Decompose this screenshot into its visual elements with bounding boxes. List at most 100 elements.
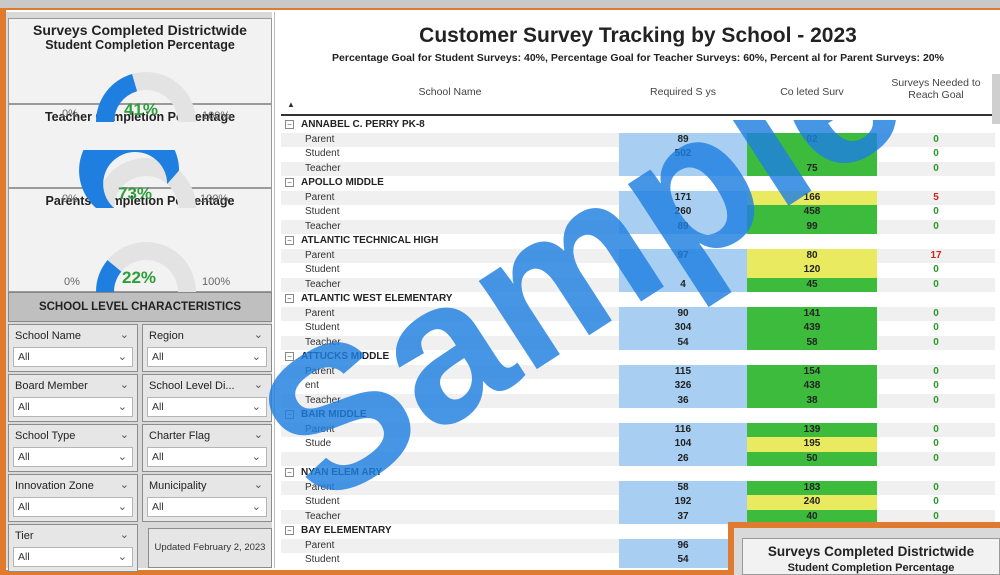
- sort-arrow-icon[interactable]: ▲: [287, 100, 295, 109]
- chevron-down-icon[interactable]: ⌄: [252, 450, 261, 463]
- surveys-needed-cell: 5: [933, 191, 939, 203]
- completed-surveys-cell: 141: [747, 306, 877, 321]
- main-panel: Customer Survey Tracking by School - 202…: [274, 12, 1000, 568]
- collapse-icon[interactable]: −: [285, 236, 294, 245]
- collapse-icon[interactable]: −: [285, 352, 294, 361]
- filter-label: Municipality: [149, 480, 207, 492]
- school-group-row[interactable]: − NYAN ELEM ARY: [281, 466, 995, 481]
- filter-dropdown[interactable]: All ⌄: [13, 397, 133, 417]
- filter-label: School Name: [15, 330, 82, 342]
- gauge-label: Student Completion Percentage: [45, 38, 235, 52]
- filter-school-level[interactable]: School Level Di... ⌄ All ⌄: [142, 374, 272, 422]
- chevron-down-icon[interactable]: ⌄: [120, 428, 129, 441]
- gauge-value: 41%: [124, 100, 159, 119]
- column-header-needed[interactable]: Surveys Needed to Reach Goal: [877, 77, 995, 101]
- collapse-icon[interactable]: −: [285, 294, 294, 303]
- gauge-min: 0%: [62, 193, 78, 205]
- school-group-row[interactable]: − BAIR MIDDLE: [281, 408, 995, 423]
- gauge-value: 73%: [118, 184, 153, 203]
- surveys-needed-cell: 0: [933, 322, 939, 333]
- vertical-scrollbar[interactable]: [992, 74, 1000, 124]
- respondent-type: Student: [305, 148, 340, 159]
- chevron-down-icon[interactable]: ⌄: [118, 350, 127, 363]
- chevron-down-icon[interactable]: ⌄: [254, 328, 263, 341]
- filter-dropdown[interactable]: All ⌄: [147, 447, 267, 467]
- table-row: Parent 115 154 0: [281, 364, 995, 379]
- filter-dropdown[interactable]: All ⌄: [13, 447, 133, 467]
- school-group-row[interactable]: − APOLLO MIDDLE: [281, 176, 995, 191]
- collapse-icon[interactable]: −: [285, 468, 294, 477]
- required-surveys-cell: 89: [619, 219, 747, 234]
- chevron-down-icon[interactable]: ⌄: [118, 450, 127, 463]
- filter-dropdown[interactable]: All ⌄: [147, 347, 267, 367]
- required-surveys-cell: 4: [619, 277, 747, 292]
- surveys-needed-cell: 0: [933, 496, 939, 507]
- collapse-icon[interactable]: −: [285, 120, 294, 129]
- required-surveys-cell: 58: [619, 480, 747, 495]
- school-group-row[interactable]: − ATLANTIC TECHNICAL HIGH: [281, 234, 995, 249]
- respondent-type: Teacher: [305, 336, 341, 348]
- surveys-needed-cell: 0: [933, 423, 939, 435]
- filter-school-name[interactable]: School Name ⌄ All ⌄: [8, 324, 138, 372]
- filter-dropdown[interactable]: All ⌄: [147, 497, 267, 517]
- school-name: ATTUCKS MIDDLE: [301, 351, 390, 362]
- filter-charter-flag[interactable]: Charter Flag ⌄ All ⌄: [142, 424, 272, 472]
- column-header-school-name[interactable]: School Name: [281, 86, 619, 98]
- table-row: Parent 90 141 0: [281, 306, 995, 321]
- chevron-down-icon[interactable]: ⌄: [252, 500, 261, 513]
- table-header: School Name Required S ys Co leted Surv …: [281, 72, 995, 116]
- school-group-row[interactable]: − ATTUCKS MIDDLE: [281, 350, 995, 365]
- filter-label: Region: [149, 330, 184, 342]
- chevron-down-icon[interactable]: ⌄: [254, 378, 263, 391]
- surveys-needed-cell: 0: [933, 264, 939, 275]
- respondent-type: Parent: [305, 539, 335, 551]
- filter-dropdown[interactable]: All ⌄: [13, 547, 133, 567]
- chevron-down-icon[interactable]: ⌄: [118, 500, 127, 513]
- filter-school-type[interactable]: School Type ⌄ All ⌄: [8, 424, 138, 472]
- chevron-down-icon[interactable]: ⌄: [254, 478, 263, 491]
- required-surveys-cell: 304: [619, 321, 747, 336]
- chevron-down-icon[interactable]: ⌄: [120, 528, 129, 541]
- respondent-type: Teacher: [305, 220, 341, 232]
- respondent-type: Parent: [305, 133, 335, 145]
- collapse-icon[interactable]: −: [285, 178, 294, 187]
- chevron-down-icon[interactable]: ⌄: [254, 428, 263, 441]
- respondent-type: Parent: [305, 423, 335, 435]
- chevron-down-icon[interactable]: ⌄: [252, 400, 261, 413]
- filter-value: All: [18, 351, 30, 363]
- completed-surveys-cell: 75: [747, 161, 877, 176]
- chevron-down-icon[interactable]: ⌄: [120, 378, 129, 391]
- filter-label: Innovation Zone: [15, 480, 94, 492]
- school-group-row[interactable]: − ATLANTIC WEST ELEMENTARY: [281, 292, 995, 307]
- column-header-completed[interactable]: Co leted Surv: [747, 86, 877, 98]
- required-surveys-cell: 54: [619, 335, 747, 350]
- filter-innovation-zone[interactable]: Innovation Zone ⌄ All ⌄: [8, 474, 138, 522]
- chevron-down-icon[interactable]: ⌄: [118, 400, 127, 413]
- respondent-type: Stude: [305, 438, 332, 449]
- filter-municipality[interactable]: Municipality ⌄ All ⌄: [142, 474, 272, 522]
- column-header-required[interactable]: Required S ys: [619, 86, 747, 98]
- filter-value: All: [152, 501, 164, 513]
- required-surveys-cell: 90: [619, 306, 747, 321]
- filter-tier[interactable]: Tier ⌄ All ⌄: [8, 524, 138, 572]
- chevron-down-icon[interactable]: ⌄: [120, 328, 129, 341]
- collapse-icon[interactable]: −: [285, 410, 294, 419]
- collapse-icon[interactable]: −: [285, 526, 294, 535]
- respondent-type: Teacher: [305, 394, 341, 406]
- filter-value: All: [18, 401, 30, 413]
- school-group-row[interactable]: − ANNABEL C. PERRY PK-8: [281, 118, 995, 133]
- chevron-down-icon[interactable]: ⌄: [252, 350, 261, 363]
- chevron-down-icon[interactable]: ⌄: [118, 550, 127, 563]
- filter-label: School Type: [15, 430, 76, 442]
- respondent-type: Teacher: [305, 510, 341, 522]
- required-surveys-cell: 104: [619, 437, 747, 452]
- filter-region[interactable]: Region ⌄ All ⌄: [142, 324, 272, 372]
- required-surveys-cell: 260: [619, 205, 747, 220]
- school-name: ATLANTIC WEST ELEMENTARY: [301, 293, 453, 304]
- filter-dropdown[interactable]: All ⌄: [147, 397, 267, 417]
- chevron-down-icon[interactable]: ⌄: [120, 478, 129, 491]
- thumbnail-title: Surveys Completed Districtwide: [767, 544, 975, 559]
- filter-dropdown[interactable]: All ⌄: [13, 497, 133, 517]
- filter-board-member[interactable]: Board Member ⌄ All ⌄: [8, 374, 138, 422]
- filter-dropdown[interactable]: All ⌄: [13, 347, 133, 367]
